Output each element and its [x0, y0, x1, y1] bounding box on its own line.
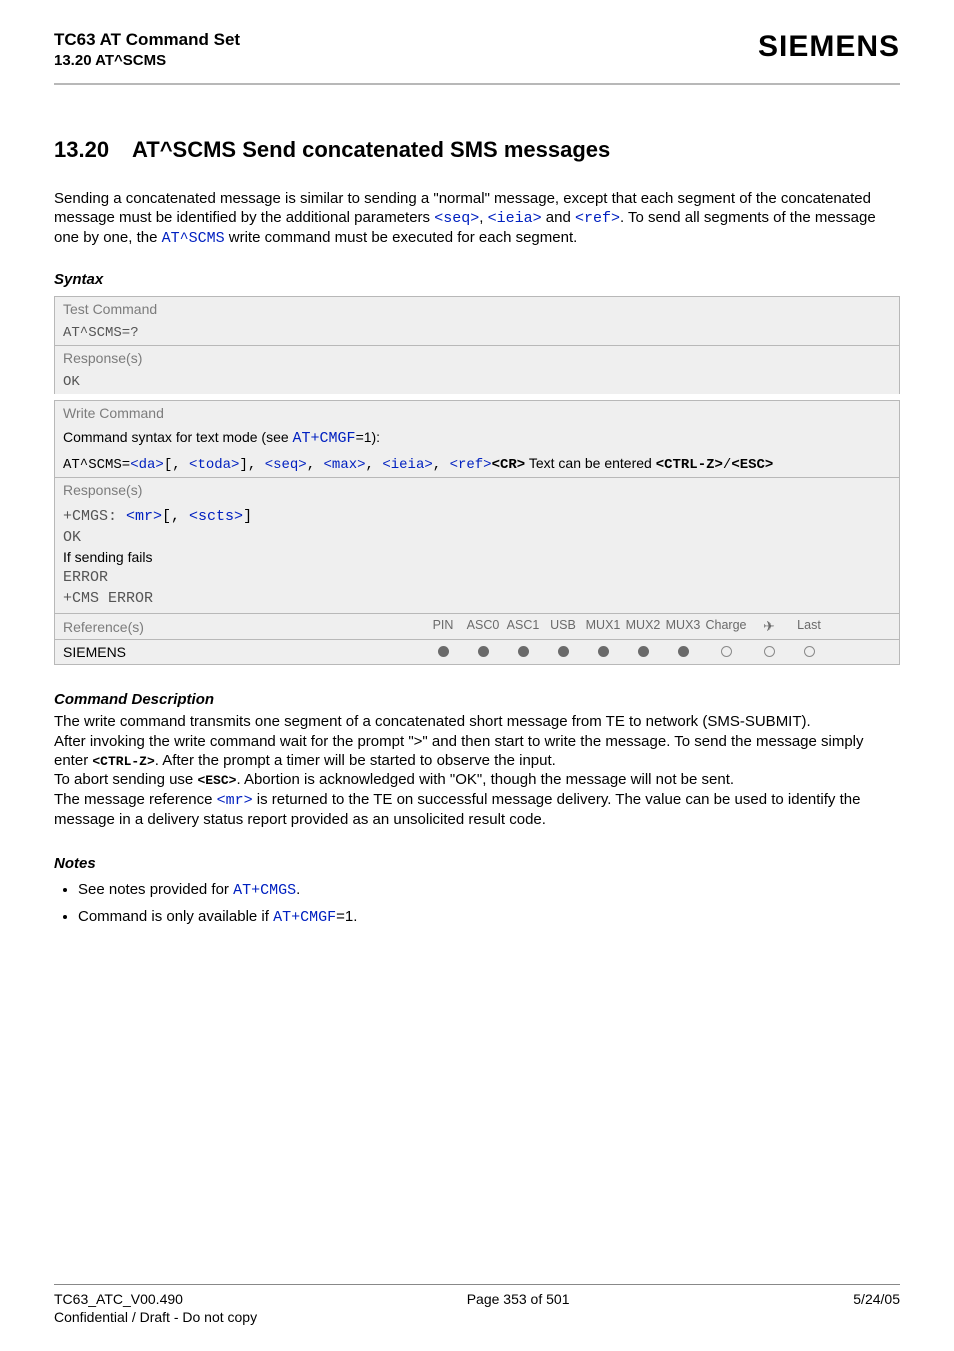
references-label: Reference(s)	[63, 619, 423, 635]
brand-logo: SIEMENS	[758, 30, 900, 64]
link-at-cmgs[interactable]: AT+CMGS	[233, 882, 296, 899]
reference-dots	[423, 644, 829, 660]
footer-version: TC63_ATC_V00.490	[54, 1291, 183, 1307]
command-description-heading: Command Description	[54, 691, 900, 708]
dot-mux2	[638, 646, 649, 657]
notes-heading: Notes	[54, 855, 900, 872]
dot-mux1	[598, 646, 609, 657]
write-command-label: Write Command	[55, 401, 899, 425]
notes-list: See notes provided for AT+CMGS. Command …	[54, 878, 900, 929]
dot-airplane	[764, 646, 775, 657]
footer-confidential: Confidential / Draft - Do not copy	[54, 1309, 900, 1325]
footer-page: Page 353 of 501	[467, 1291, 570, 1307]
write-command-syntax: AT^SCMS=<da>[, <toda>], <seq>, <max>, <i…	[55, 451, 899, 477]
test-command-syntax: AT^SCMS=?	[55, 321, 899, 345]
cmd-at-scms[interactable]: AT^SCMS	[162, 230, 225, 247]
param-ref2[interactable]: <ref>	[450, 457, 492, 473]
test-command-label: Test Command	[55, 297, 899, 321]
param-ref[interactable]: <ref>	[575, 210, 620, 227]
section-number: 13.20	[54, 137, 132, 163]
doc-title: TC63 AT Command Set	[54, 30, 240, 50]
param-ieia[interactable]: <ieia>	[488, 210, 542, 227]
header-rule	[54, 83, 900, 85]
section-title: AT^SCMS Send concatenated SMS messages	[132, 137, 610, 162]
section-heading: 13.20AT^SCMS Send concatenated SMS messa…	[54, 137, 900, 163]
param-ieia2[interactable]: <ieia>	[382, 457, 432, 473]
param-scts[interactable]: <scts>	[189, 508, 243, 525]
param-toda[interactable]: <toda>	[189, 457, 239, 473]
test-responses-label: Response(s)	[55, 346, 899, 370]
reference-columns: PIN ASC0 ASC1 USB MUX1 MUX2 MUX3 Charge …	[423, 618, 829, 635]
param-seq[interactable]: <seq>	[434, 210, 479, 227]
write-responses-label: Response(s)	[55, 478, 899, 502]
param-max[interactable]: <max>	[324, 457, 366, 473]
page-footer: TC63_ATC_V00.490 Page 353 of 501 5/24/05…	[54, 1284, 900, 1325]
test-response-ok: OK	[55, 370, 899, 394]
link-at-cmgf2[interactable]: AT+CMGF	[273, 909, 336, 926]
param-mr2[interactable]: <mr>	[217, 792, 253, 809]
footer-date: 5/24/05	[853, 1291, 900, 1307]
dot-asc1	[518, 646, 529, 657]
param-da[interactable]: <da>	[130, 457, 164, 473]
param-seq2[interactable]: <seq>	[265, 457, 307, 473]
doc-subtitle: 13.20 AT^SCMS	[54, 52, 240, 69]
write-responses: +CMGS: <mr>[, <scts>] OK If sending fail…	[55, 502, 899, 614]
syntax-heading: Syntax	[54, 271, 900, 288]
intro-paragraph: Sending a concatenated message is simila…	[54, 189, 900, 249]
link-at-cmgf[interactable]: AT+CMGF	[293, 430, 356, 447]
airplane-icon: ✈	[749, 618, 789, 635]
dot-last	[804, 646, 815, 657]
param-mr[interactable]: <mr>	[126, 508, 162, 525]
dot-asc0	[478, 646, 489, 657]
command-description: The write command transmits one segment …	[54, 712, 900, 829]
note-1: See notes provided for AT+CMGS.	[78, 878, 900, 902]
reference-name: SIEMENS	[63, 644, 423, 660]
dot-pin	[438, 646, 449, 657]
write-command-desc: Command syntax for text mode (see AT+CMG…	[55, 425, 899, 451]
dot-mux3	[678, 646, 689, 657]
dot-charge	[721, 646, 732, 657]
dot-usb	[558, 646, 569, 657]
note-2: Command is only available if AT+CMGF=1.	[78, 905, 900, 929]
